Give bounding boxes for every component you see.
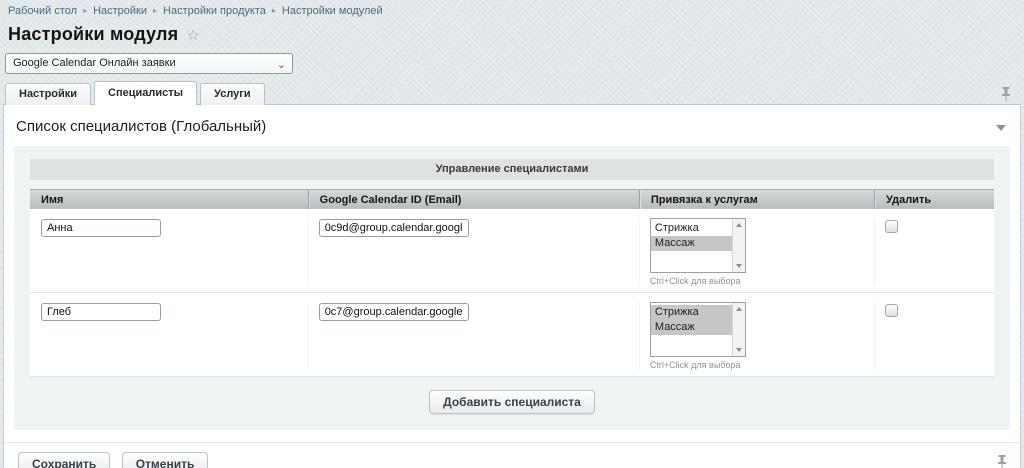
breadcrumb-separator-icon: ▸ [272,6,276,15]
tab-services[interactable]: Услуги [200,83,265,105]
module-select-value: Google Calendar Онлайн заявки [13,57,176,69]
footer-bar: Сохранить Отменить [4,442,1020,468]
collapse-arrow-icon[interactable] [996,125,1006,131]
tab-specialists[interactable]: Специалисты [94,81,197,105]
table-caption: Управление специалистами [30,159,994,180]
add-row: Добавить специалиста [30,390,994,414]
column-header-delete: Удалить [874,190,994,209]
breadcrumb-link-desktop[interactable]: Рабочий стол [8,5,77,17]
scroll-up-icon[interactable] [736,307,742,311]
scroll-up-icon[interactable] [736,223,742,227]
calendar-id-input[interactable] [319,303,469,321]
column-header-calendar-id: Google Calendar ID (Email) [308,190,639,209]
table-row: Стрижка Массаж Ctrl+Click для выбора [30,209,994,293]
title-row: Настройки модуля ☆ [0,17,1024,45]
column-header-name: Имя [30,190,308,209]
breadcrumb-link-settings[interactable]: Настройки [93,5,147,17]
chevron-down-icon: ⌄ [277,56,286,74]
save-button[interactable]: Сохранить [18,452,110,468]
add-specialist-button[interactable]: Добавить специалиста [429,390,595,414]
tab-settings[interactable]: Настройки [5,83,91,105]
page-title: Настройки модуля [8,24,178,45]
breadcrumb-separator-icon: ▸ [83,6,87,15]
favorite-star-icon[interactable]: ☆ [186,26,199,44]
service-option[interactable]: Массаж [651,236,732,251]
breadcrumb-link-product-settings[interactable]: Настройки продукта [163,5,266,17]
service-option[interactable]: Массаж [651,320,732,335]
delete-checkbox[interactable] [885,220,898,233]
services-multiselect[interactable]: Стрижка Массаж [650,218,746,273]
table-row: Стрижка Массаж Ctrl+Click для выбора [30,293,994,377]
service-option[interactable]: Стрижка [651,305,732,320]
multiselect-scrollbar[interactable] [732,303,745,356]
pin-icon[interactable] [1001,87,1011,102]
breadcrumb-link-module-settings[interactable]: Настройки модулей [282,5,383,17]
name-input[interactable] [41,219,161,237]
column-header-services: Привязка к услугам [639,190,874,209]
calendar-id-input[interactable] [319,219,469,237]
section-header: Список специалистов (Глобальный) [4,105,1020,146]
scroll-down-icon[interactable] [736,348,742,352]
scroll-down-icon[interactable] [736,264,742,268]
services-multiselect[interactable]: Стрижка Массаж [650,302,746,357]
content-panel: Список специалистов (Глобальный) Управле… [3,104,1021,468]
multiselect-scrollbar[interactable] [732,219,745,272]
table-header-row: Имя Google Calendar ID (Email) Привязка … [30,189,994,209]
tab-bar: Настройки Специалисты Услуги [0,74,1024,105]
specialists-fieldset: Управление специалистами Имя Google Cale… [14,146,1010,430]
multiselect-hint: Ctrl+Click для выбора [650,276,874,286]
name-input[interactable] [41,303,161,321]
breadcrumb: Рабочий стол ▸ Настройки ▸ Настройки продукт… [0,0,1024,17]
pin-icon[interactable] [997,455,1007,468]
module-select[interactable]: Google Calendar Онлайн заявки ⌄ [5,53,293,74]
breadcrumb-separator-icon: ▸ [153,6,157,15]
cancel-button[interactable]: Отменить [122,452,209,468]
section-title: Список специалистов (Глобальный) [16,118,266,135]
service-option[interactable]: Стрижка [651,221,732,236]
multiselect-hint: Ctrl+Click для выбора [650,360,874,370]
delete-checkbox[interactable] [885,304,898,317]
